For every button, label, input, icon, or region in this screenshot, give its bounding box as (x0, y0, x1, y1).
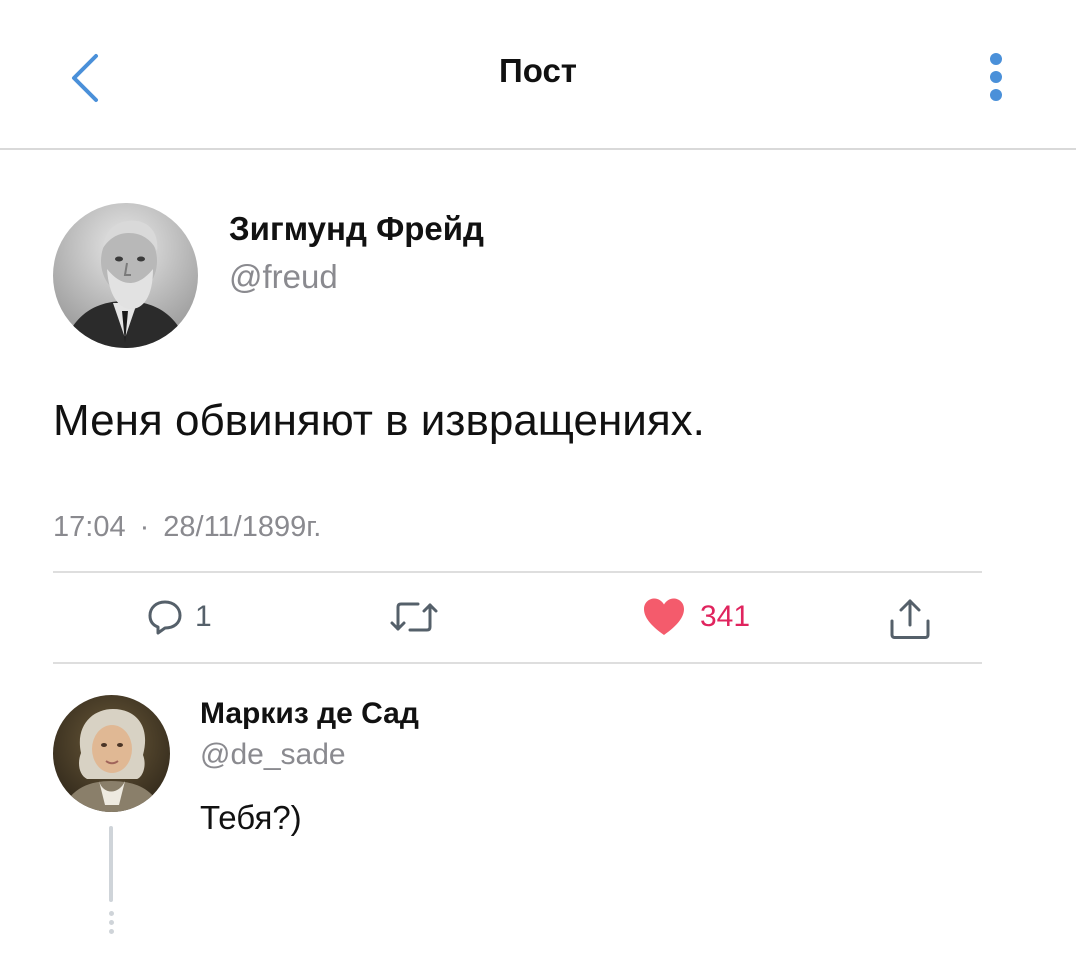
divider (53, 662, 982, 664)
comment-icon (148, 600, 182, 635)
like-count: 341 (700, 600, 751, 633)
more-options-button[interactable] (980, 50, 1012, 106)
thread-continuation-dots (108, 911, 114, 937)
reply-author-handle[interactable]: @de_sade (200, 738, 346, 772)
like-button[interactable]: 341 (642, 594, 750, 640)
reply-author-name[interactable]: Маркиз де Сад (200, 697, 419, 731)
divider (53, 571, 982, 573)
heart-icon (644, 598, 684, 635)
portrait-painting (53, 695, 170, 812)
share-icon (890, 599, 930, 639)
more-vertical-icon (990, 53, 1002, 101)
top-bar: Пост (0, 0, 1076, 150)
reply-author-avatar[interactable] (53, 695, 170, 812)
reply-text: Тебя?) (200, 799, 302, 836)
thread-line (109, 826, 113, 902)
author-handle[interactable]: @freud (229, 258, 338, 296)
author-name[interactable]: Зигмунд Фрейд (229, 210, 484, 248)
post-timestamp: 17:04 · 28/11/1899г. (53, 511, 321, 544)
author-avatar[interactable] (53, 203, 198, 348)
retweet-icon (390, 602, 438, 632)
portrait-photo (53, 203, 198, 348)
page-title: Пост (499, 52, 577, 89)
meta-separator: · (139, 511, 150, 543)
retweet-button[interactable] (388, 594, 450, 640)
reply-button[interactable]: 1 (145, 594, 212, 640)
post-time: 17:04 (53, 511, 126, 543)
reply-count: 1 (195, 600, 212, 633)
share-button[interactable] (886, 596, 934, 642)
post-date: 28/11/1899г. (163, 511, 322, 543)
post-text: Меня обвиняют в извращениях. (53, 396, 705, 445)
